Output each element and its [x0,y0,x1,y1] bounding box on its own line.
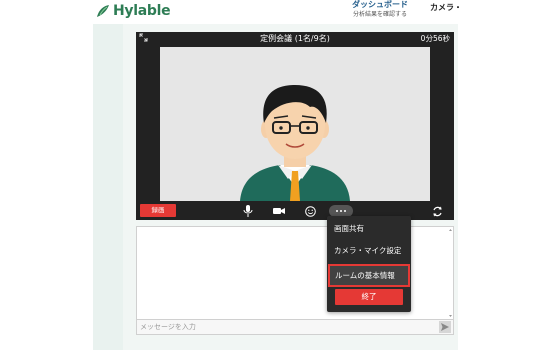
logo-leaf-icon [95,3,111,19]
dashboard-subtitle: 分析結果を確認する [352,11,407,18]
logo-text: Hylable [113,3,171,19]
emoji-icon[interactable] [303,204,317,218]
switch-camera-icon[interactable] [430,204,444,218]
message-bar: メッセージを入力 [136,320,454,335]
menu-item-screen-share[interactable]: 画面共有 [327,218,411,240]
video-camera-icon[interactable] [272,204,286,218]
video-header: 定例会議 (1名/9名) 0分56秒 [136,32,454,46]
send-icon [441,323,449,331]
sidebar-strip [93,24,123,350]
app-header: Hylable ダッシュボード 分析結果を確認する カメラ・ [0,0,550,24]
meeting-title: 定例会議 (1名/9名) [260,34,330,43]
camera-nav-link[interactable]: カメラ・ [430,2,462,13]
participant-video [160,47,430,201]
record-button[interactable]: 録画 [140,204,176,217]
send-button[interactable] [439,321,451,333]
logo[interactable]: Hylable [95,2,171,20]
menu-item-room-info[interactable]: ルームの基本情報 [328,264,410,287]
message-input[interactable]: メッセージを入力 [140,321,196,333]
more-options-menu: 画面共有 カメラ・マイク設定 ルームの基本情報 終了 [327,216,411,312]
menu-item-camera-mic-settings[interactable]: カメラ・マイク設定 [327,240,411,262]
dashboard-link[interactable]: ダッシュボード 分析結果を確認する [352,0,408,19]
video-panel: 定例会議 (1名/9名) 0分56秒 録画 [136,32,454,220]
microphone-icon[interactable] [241,204,255,218]
dashboard-title: ダッシュボード [352,0,408,9]
meeting-timer: 0分56秒 [420,34,450,43]
end-meeting-button[interactable]: 終了 [335,289,403,305]
chat-scrollbar[interactable] [449,229,452,317]
more-options-icon [336,210,346,212]
participant-avatar [160,47,430,201]
